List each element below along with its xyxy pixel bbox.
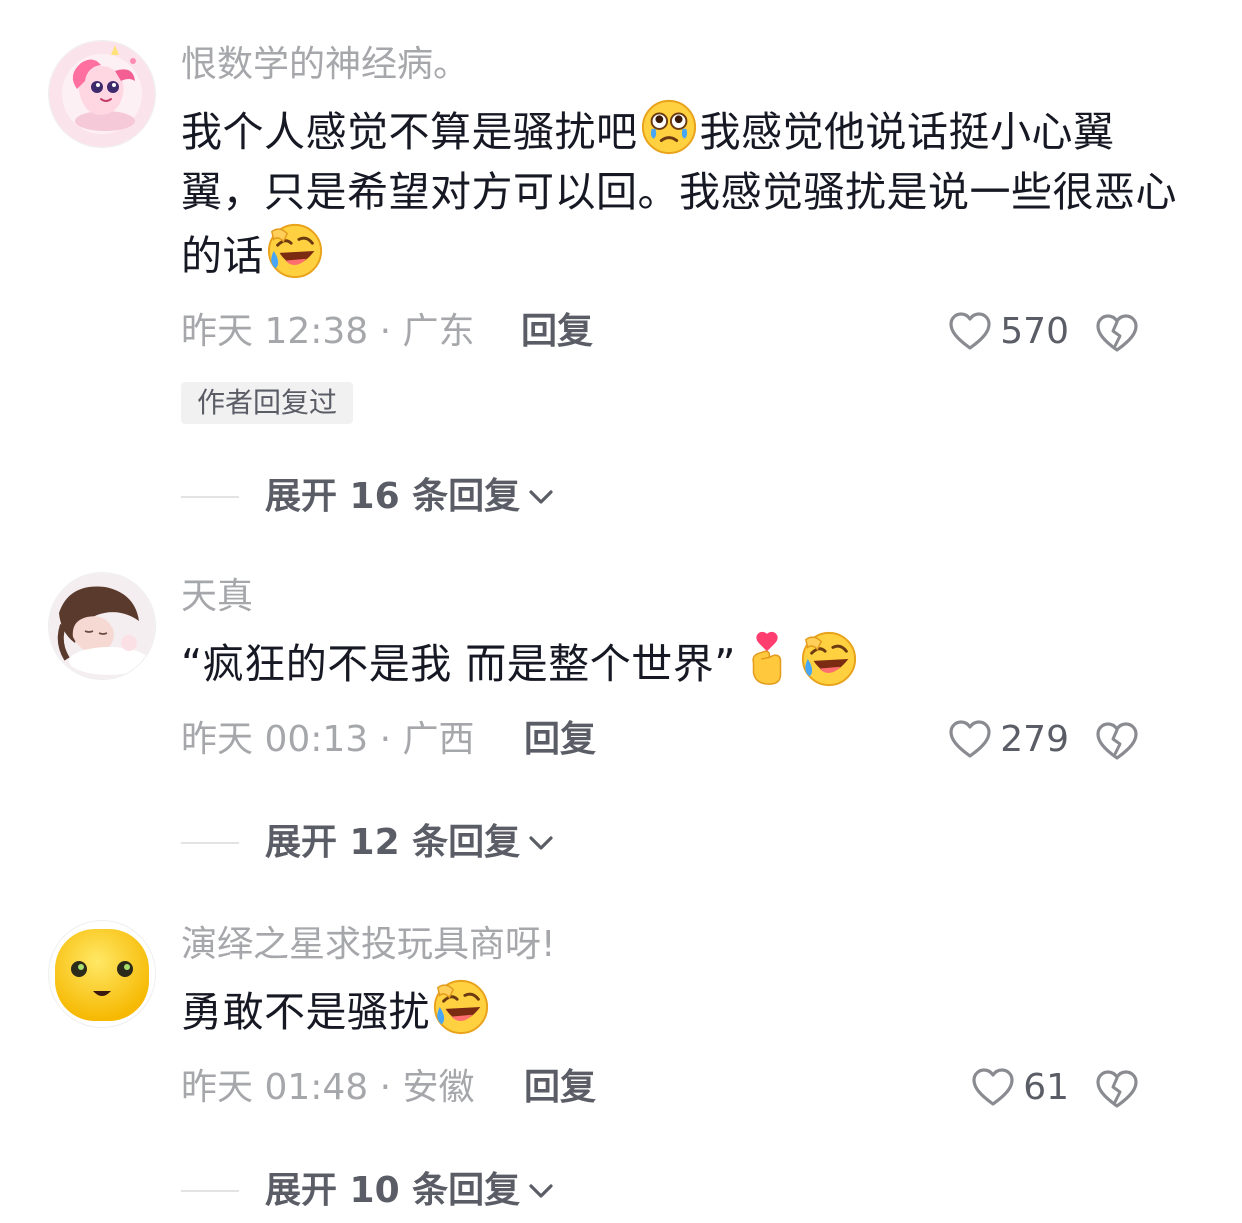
username[interactable]: 天真 [181, 572, 1191, 622]
comment-text-part: “疯狂的不是我 而是整个世界” [181, 640, 737, 688]
chevron-down-icon [526, 1176, 556, 1206]
like-count: 570 [1000, 311, 1069, 352]
comment-meta: 昨天 01:48 · 安徽 回复 61 [181, 1058, 1191, 1118]
broken-heart-icon [1095, 312, 1139, 356]
dislike-button[interactable] [1095, 312, 1139, 356]
laugh-cry-emoji-icon [266, 222, 324, 280]
username[interactable]: 演绎之星求投玩具商呀! [181, 920, 1191, 970]
expand-replies-button[interactable]: 展开 10 条回复 [181, 1166, 556, 1216]
heart-icon [971, 1066, 1015, 1110]
laugh-cry-emoji-icon [432, 978, 490, 1036]
sleeping-girl-avatar-icon [49, 573, 155, 679]
broken-heart-icon [1095, 1068, 1139, 1112]
divider [181, 842, 239, 844]
username[interactable]: 恨数学的神经病。 [181, 40, 1191, 90]
divider [181, 1190, 239, 1192]
chevron-down-icon [526, 482, 556, 512]
avatar[interactable] [48, 572, 156, 680]
expand-replies-label: 展开 12 条回复 [265, 822, 521, 863]
reply-button[interactable]: 回复 [521, 310, 593, 354]
yellow-smiley-avatar-icon [49, 921, 155, 1027]
reply-button[interactable]: 回复 [524, 1066, 596, 1110]
expand-replies-label: 展开 10 条回复 [265, 1170, 521, 1211]
comment-text: 勇敢不是骚扰 [181, 978, 1191, 1042]
author-replied-badge: 作者回复过 [181, 382, 354, 424]
comment-text: 我个人感觉不算是骚扰吧 我感觉他说话挺小心翼翼，只是希望对方可以回。我感觉骚扰是说… [181, 98, 1191, 286]
comment-text-part: 勇敢不是骚扰 [181, 988, 430, 1036]
avatar[interactable] [48, 40, 156, 148]
like-button[interactable]: 570 [948, 310, 1069, 354]
heart-icon [948, 718, 992, 762]
comment-meta: 昨天 12:38 · 广东 回复 570 [181, 302, 1191, 362]
comment-text-part: 我个人感觉不算是骚扰吧 [181, 108, 638, 156]
expand-replies-button[interactable]: 展开 12 条回复 [181, 818, 556, 868]
time-location: 昨天 01:48 · 安徽 [181, 1067, 475, 1108]
like-button[interactable]: 61 [971, 1066, 1069, 1110]
dislike-button[interactable] [1095, 720, 1139, 764]
like-count: 61 [1023, 1067, 1069, 1108]
divider [181, 496, 239, 498]
time-location: 昨天 00:13 · 广西 [181, 719, 475, 760]
reply-button[interactable]: 回复 [524, 718, 596, 762]
pink-pony-avatar-icon [49, 41, 155, 147]
expand-replies-label: 展开 16 条回复 [265, 476, 521, 517]
comment-text: “疯狂的不是我 而是整个世界” [181, 630, 1191, 694]
like-count: 279 [1000, 719, 1069, 760]
avatar[interactable] [48, 920, 156, 1028]
expand-replies-button[interactable]: 展开 16 条回复 [181, 472, 556, 522]
dislike-button[interactable] [1095, 1068, 1139, 1112]
like-button[interactable]: 279 [948, 718, 1069, 762]
finger-heart-emoji-icon [738, 630, 796, 688]
heart-icon [948, 310, 992, 354]
time-location: 昨天 12:38 · 广东 [181, 311, 475, 352]
teary-eyed-emoji-icon [640, 98, 698, 156]
broken-heart-icon [1095, 720, 1139, 764]
laugh-cry-emoji-icon [800, 630, 858, 688]
chevron-down-icon [526, 828, 556, 858]
comment-meta: 昨天 00:13 · 广西 回复 279 [181, 710, 1191, 770]
